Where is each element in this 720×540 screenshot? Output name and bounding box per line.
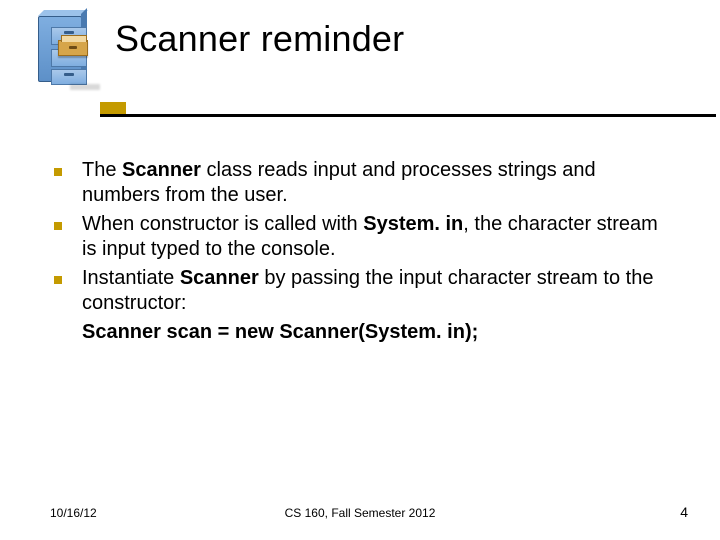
footer-page-number: 4 xyxy=(680,504,688,520)
footer-course: CS 160, Fall Semester 2012 xyxy=(0,506,720,520)
slide-header: Scanner reminder xyxy=(0,0,720,118)
slide-body: The Scanner class reads input and proces… xyxy=(54,158,666,345)
code-line: Scanner scan = new Scanner(System. in); xyxy=(82,320,666,345)
bullet-text: Instantiate Scanner by passing the input… xyxy=(82,266,666,316)
bullet-item: Instantiate Scanner by passing the input… xyxy=(54,266,666,316)
title-rule xyxy=(100,114,716,117)
slide: Scanner reminder The Scanner class reads… xyxy=(0,0,720,540)
bullet-item: The Scanner class reads input and proces… xyxy=(54,158,666,208)
bullet-square-icon xyxy=(54,222,62,230)
file-cabinet-icon xyxy=(30,10,90,90)
bullet-text: The Scanner class reads input and proces… xyxy=(82,158,666,208)
title-accent-tab xyxy=(100,102,126,114)
bullet-square-icon xyxy=(54,168,62,176)
bullet-text: When constructor is called with System. … xyxy=(82,212,666,262)
bullet-item: When constructor is called with System. … xyxy=(54,212,666,262)
bullet-square-icon xyxy=(54,276,62,284)
slide-title: Scanner reminder xyxy=(115,18,404,60)
